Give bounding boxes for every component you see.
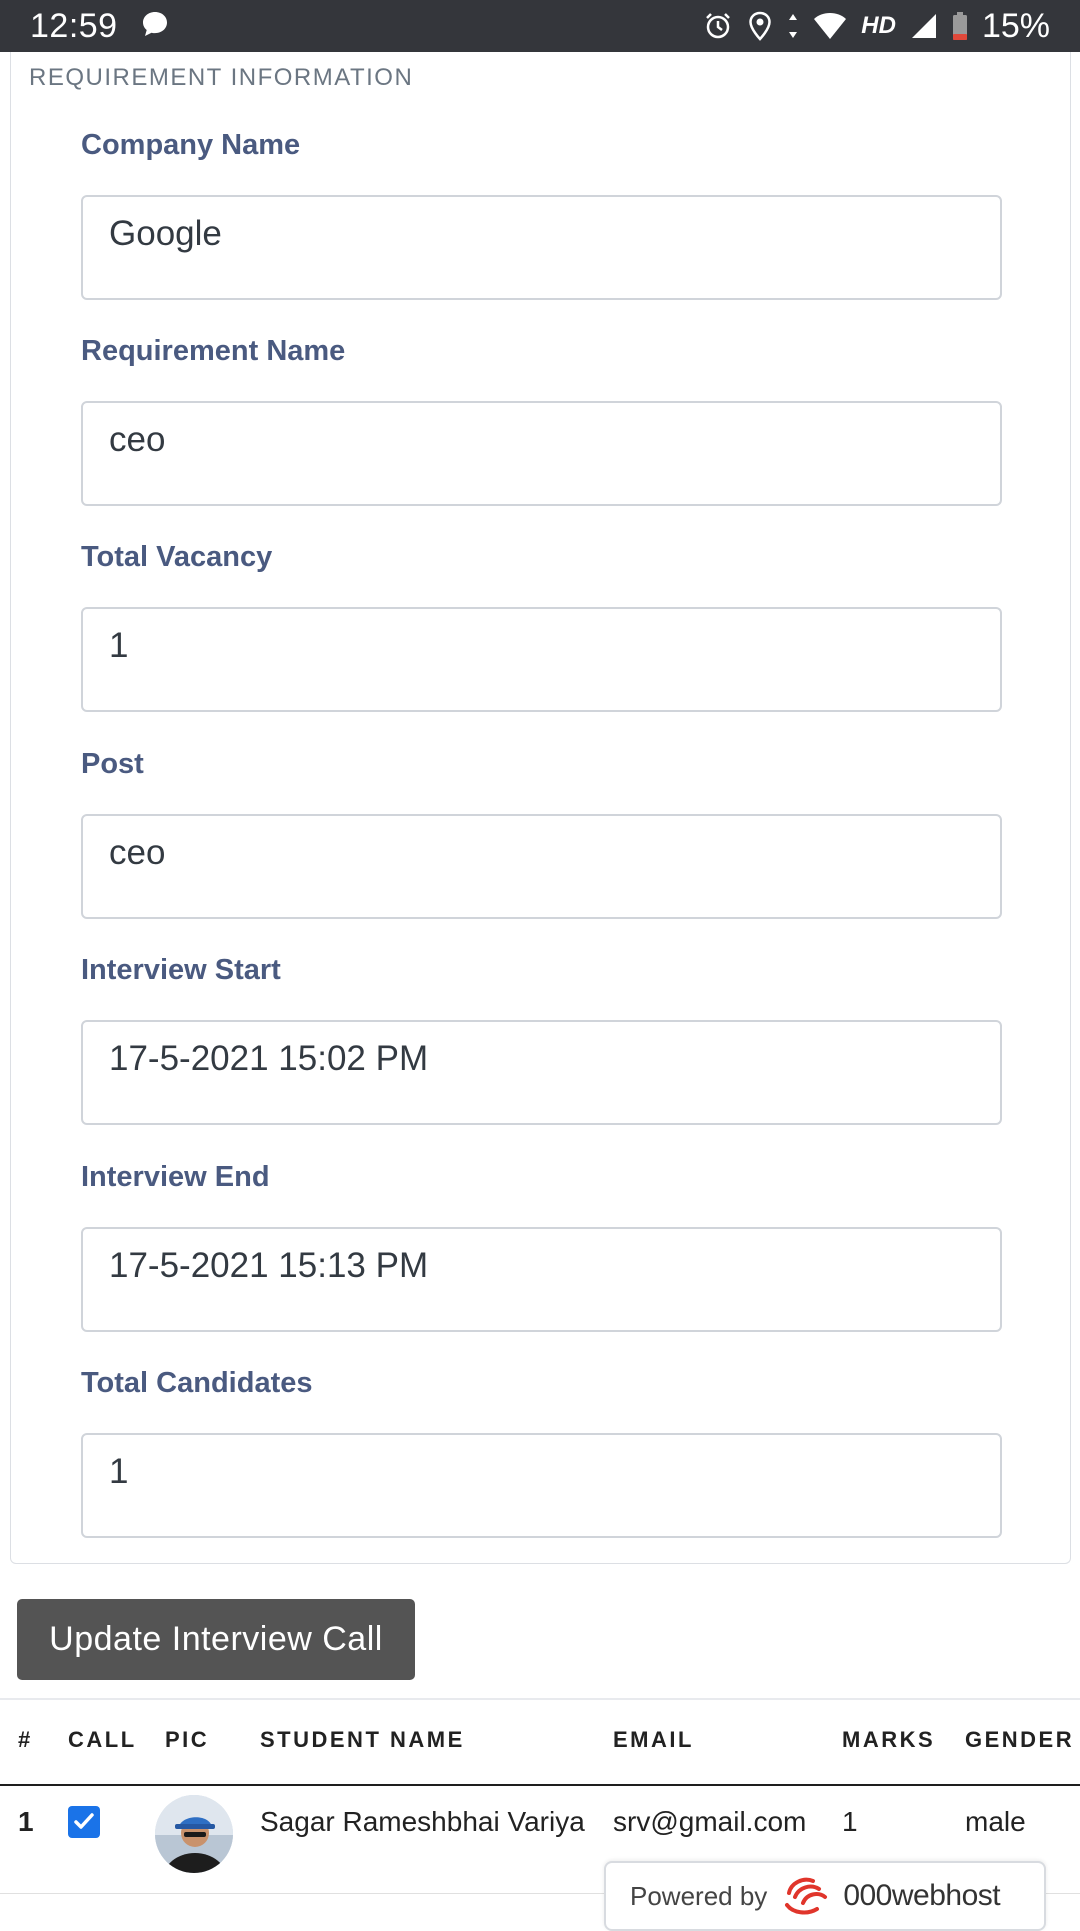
field-label: Total Vacancy — [81, 541, 273, 573]
location-icon — [747, 11, 773, 41]
column-header-gender: GENDER — [965, 1727, 1075, 1752]
total-candidates-field: Total Candidates — [81, 1363, 1002, 1538]
field-label: Post — [81, 748, 144, 780]
post-input[interactable] — [81, 814, 1002, 919]
requirement-card: REQUIREMENT INFORMATION Company Name Req… — [10, 52, 1071, 1564]
column-header-email: EMAIL — [613, 1727, 694, 1752]
chat-bubble-icon — [140, 9, 170, 44]
field-label: Interview Start — [81, 954, 281, 986]
requirement-name-field: Requirement Name — [81, 331, 1002, 506]
field-label: Company Name — [81, 129, 301, 161]
marks-cell: 1 — [842, 1806, 858, 1837]
column-header-marks: MARKS — [842, 1727, 936, 1752]
interview-start-input[interactable] — [81, 1020, 1002, 1125]
company-name-field: Company Name — [81, 125, 1002, 300]
alarm-icon — [703, 11, 733, 41]
battery-percent: 15% — [981, 6, 1050, 45]
total-candidates-input[interactable] — [81, 1433, 1002, 1538]
table-header-divider — [0, 1784, 1080, 1786]
status-bar: 12:59 HD 15% — [0, 0, 1080, 52]
network-label: HD — [861, 12, 896, 39]
total-vacancy-field: Total Vacancy — [81, 537, 1002, 712]
requirement-name-input[interactable] — [81, 401, 1002, 506]
field-label: Interview End — [81, 1161, 270, 1193]
avatar — [155, 1795, 233, 1873]
column-header-number: # — [18, 1727, 33, 1752]
interview-end-field: Interview End — [81, 1157, 1002, 1332]
card-header: REQUIREMENT INFORMATION — [29, 64, 414, 91]
webhost-brand: 000webhost — [843, 1879, 1001, 1912]
status-time: 12:59 — [30, 6, 118, 45]
table-top-divider — [0, 1698, 1080, 1700]
data-arrows-icon — [787, 11, 799, 41]
total-vacancy-input[interactable] — [81, 607, 1002, 712]
webhost-logo-icon — [783, 1875, 835, 1917]
powered-by-badge[interactable]: Powered by 000webhost — [604, 1861, 1046, 1931]
row-number: 1 — [18, 1806, 34, 1837]
gender-cell: male — [965, 1806, 1026, 1837]
battery-icon — [952, 11, 968, 41]
wifi-icon — [813, 11, 847, 41]
column-header-student-name: STUDENT NAME — [260, 1727, 465, 1752]
student-name-cell: Sagar Rameshbhai Variya — [260, 1806, 585, 1837]
interview-start-field: Interview Start — [81, 950, 1002, 1125]
field-label: Total Candidates — [81, 1367, 313, 1399]
signal-icon — [910, 11, 938, 41]
email-cell: srv@gmail.com — [613, 1806, 807, 1837]
field-label: Requirement Name — [81, 335, 346, 367]
column-header-call: CALL — [68, 1727, 137, 1752]
column-header-pic: PIC — [165, 1727, 210, 1752]
interview-end-input[interactable] — [81, 1227, 1002, 1332]
post-field: Post — [81, 744, 1002, 919]
company-name-input[interactable] — [81, 195, 1002, 300]
update-interview-call-button[interactable]: Update Interview Call — [17, 1599, 415, 1680]
powered-by-text: Powered by — [630, 1880, 768, 1911]
checkmark-icon — [74, 1813, 94, 1829]
call-checkbox[interactable] — [68, 1806, 100, 1838]
